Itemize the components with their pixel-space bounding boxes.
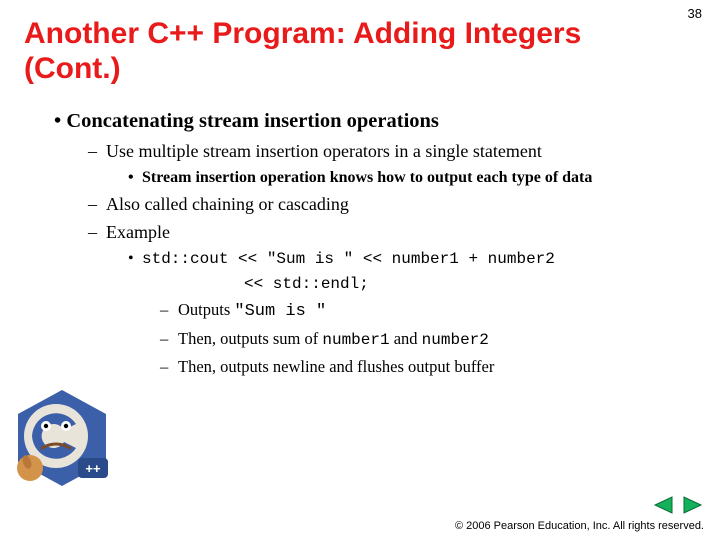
code-text: << std::endl; bbox=[244, 273, 690, 295]
nav-controls bbox=[652, 496, 704, 514]
bullet-sub: Then, outputs newline and flushes output… bbox=[160, 356, 690, 378]
slide: 38 Another C++ Program: Adding Integers … bbox=[0, 0, 720, 540]
code-text: std::cout << "Sum is " << number1 + numb… bbox=[142, 250, 555, 268]
code-text: number1 bbox=[322, 331, 389, 349]
cpp-mascot-image: ++ bbox=[8, 384, 116, 492]
text: Then, outputs sum of bbox=[178, 329, 322, 348]
text: and bbox=[390, 329, 422, 348]
page-number: 38 bbox=[688, 6, 702, 21]
bullet-sub: Outputs "Sum is " bbox=[160, 299, 690, 324]
code-text: "Sum is " bbox=[234, 302, 326, 321]
code-text: number2 bbox=[422, 331, 489, 349]
prev-button[interactable] bbox=[652, 496, 674, 514]
slide-title: Another C++ Program: Adding Integers (Co… bbox=[24, 16, 670, 87]
text: Outputs bbox=[178, 300, 234, 319]
bullet-level2: Example bbox=[88, 221, 690, 245]
slide-body: Concatenating stream insertion operation… bbox=[54, 108, 690, 382]
bullet-level1: Concatenating stream insertion operation… bbox=[54, 108, 690, 134]
bullet-level2: Use multiple stream insertion operators … bbox=[88, 140, 690, 164]
code-example: std::cout << "Sum is " << number1 + numb… bbox=[128, 248, 690, 295]
copyright-text: © 2006 Pearson Education, Inc. All right… bbox=[455, 520, 704, 532]
bullet-level3: Stream insertion operation knows how to … bbox=[128, 168, 690, 189]
bullet-sub: Then, outputs sum of number1 and number2 bbox=[160, 328, 690, 352]
bullet-level2: Also called chaining or cascading bbox=[88, 193, 690, 217]
svg-text:++: ++ bbox=[85, 461, 101, 476]
next-button[interactable] bbox=[682, 496, 704, 514]
